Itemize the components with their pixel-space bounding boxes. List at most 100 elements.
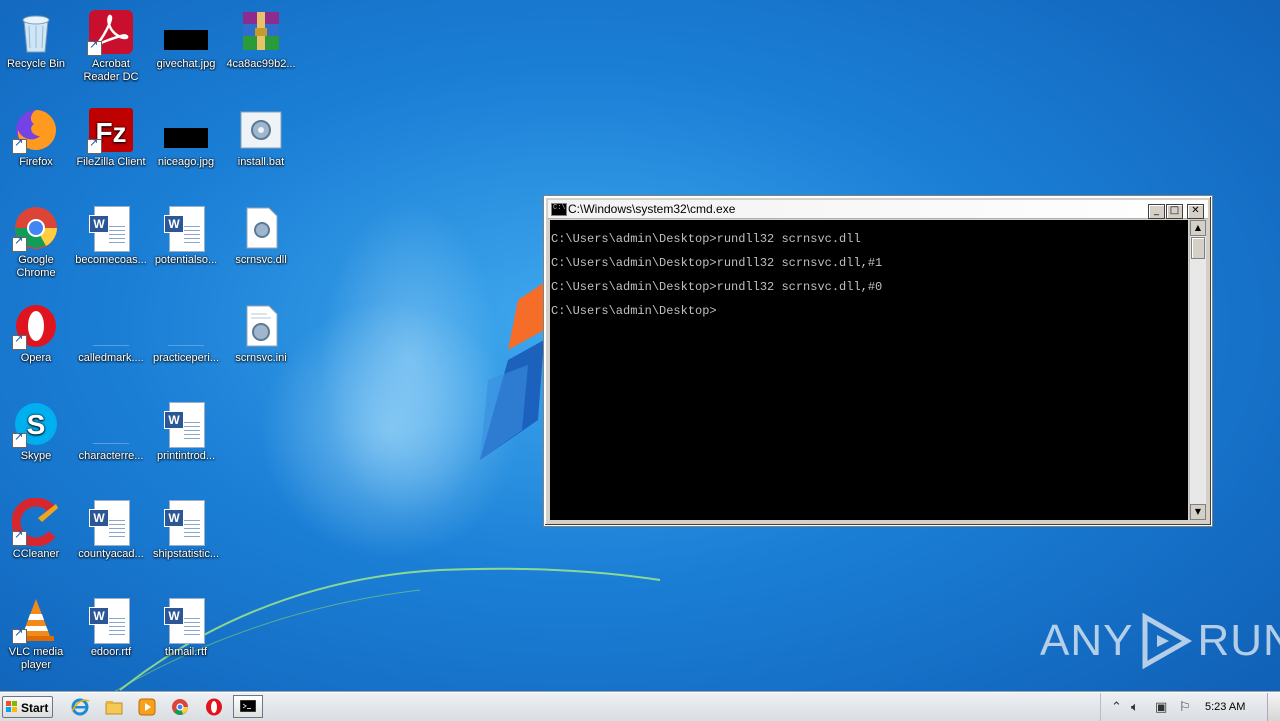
desktop-icon-firefox[interactable]: Firefox xyxy=(0,106,76,169)
speaker-icon[interactable]: 🔈︎ xyxy=(1131,699,1139,715)
close-button[interactable]: ✕ xyxy=(1187,204,1204,219)
desktop-icon-image[interactable]: niceago.jpg xyxy=(146,106,226,169)
cmd-title-bar[interactable]: C:\Windows\system32\cmd.exe _ □ ✕ xyxy=(548,200,1208,219)
dll-file-gear-icon xyxy=(246,207,278,249)
icon-label: Firefox xyxy=(19,156,53,168)
icon-label: thmail.rtf xyxy=(164,646,208,658)
shortcut-arrow-icon xyxy=(12,627,27,644)
scrollbar-thumb[interactable] xyxy=(1191,237,1205,259)
recycle-bin-icon xyxy=(22,15,50,53)
icon-label: VLC media player xyxy=(8,646,64,671)
word-document-icon: W xyxy=(164,500,205,546)
desktop-icon-word-doc[interactable]: W thmail.rtf xyxy=(146,596,226,659)
batch-file-gear-icon xyxy=(240,111,282,149)
console-line: C:\Users\admin\Desktop>rundll32 scrnsvc.… xyxy=(551,232,861,246)
cmd-app-icon xyxy=(551,203,567,216)
desktop-icon-skype[interactable]: S Skype xyxy=(0,400,76,463)
icon-label: install.bat xyxy=(237,156,285,168)
console-line: C:\Users\admin\Desktop> xyxy=(551,304,717,318)
generic-file-icon xyxy=(87,332,135,346)
desktop-icon-dll[interactable]: scrnsvc.dll xyxy=(221,204,301,267)
desktop-icon-opera[interactable]: Opera xyxy=(0,302,76,365)
wallpaper-glow xyxy=(320,200,500,520)
console-line: C:\Users\admin\Desktop>rundll32 scrnsvc.… xyxy=(551,256,883,270)
icon-label: scrnsvc.dll xyxy=(235,254,287,266)
image-thumbnail-icon xyxy=(164,30,208,50)
svg-text:S: S xyxy=(27,409,46,440)
generic-file-icon xyxy=(87,430,135,444)
desktop-icon-recycle-bin[interactable]: Recycle Bin xyxy=(0,8,76,71)
desktop-icon-google-chrome[interactable]: Google Chrome xyxy=(0,204,76,280)
winrar-archive-icon xyxy=(243,12,279,50)
watermark-text-right: RUN xyxy=(1197,616,1280,665)
desktop-icon-batch[interactable]: install.bat xyxy=(221,106,301,169)
shortcut-arrow-icon xyxy=(87,137,102,154)
cmd-window[interactable]: C:\Windows\system32\cmd.exe _ □ ✕ C:\Use… xyxy=(544,196,1212,526)
flag-icon[interactable]: ⚐ xyxy=(1179,699,1191,715)
taskbar-clock[interactable]: 5:23 AM xyxy=(1205,701,1245,713)
file-explorer-icon[interactable] xyxy=(104,697,124,717)
shortcut-arrow-icon xyxy=(12,235,27,252)
word-document-icon: W xyxy=(89,500,130,546)
icon-label: 4ca8ac99b2... xyxy=(226,58,296,70)
desktop-icon-ini[interactable]: scrnsvc.ini xyxy=(221,302,301,365)
internet-explorer-icon[interactable] xyxy=(70,697,90,717)
desktop-icon-word-doc[interactable]: W countyacad... xyxy=(71,498,151,561)
console-line: C:\Users\admin\Desktop>rundll32 scrnsvc.… xyxy=(551,280,883,294)
shortcut-arrow-icon xyxy=(12,529,27,546)
shortcut-arrow-icon xyxy=(12,431,27,448)
desktop-icon-word-doc[interactable]: W potentialso... xyxy=(146,204,226,267)
icon-label: scrnsvc.ini xyxy=(235,352,287,364)
scroll-up-arrow-icon[interactable]: ▲ xyxy=(1190,220,1206,236)
desktop-icon-word-doc[interactable]: W becomecoas... xyxy=(71,204,151,267)
desktop-icon-filezilla[interactable]: Fz FileZilla Client xyxy=(71,106,151,169)
icon-label: niceago.jpg xyxy=(157,156,215,168)
icon-label: CCleaner xyxy=(12,548,60,560)
image-thumbnail-icon xyxy=(164,128,208,148)
taskbar-cmd-button[interactable] xyxy=(233,695,263,718)
word-document-icon: W xyxy=(164,598,205,644)
desktop-icon-ccleaner[interactable]: CCleaner xyxy=(0,497,76,561)
shortcut-arrow-icon xyxy=(12,137,27,154)
desktop-icon-vlc[interactable]: VLC media player xyxy=(0,596,76,672)
icon-label: becomecoas... xyxy=(75,254,147,266)
desktop-icon-word-doc[interactable]: W edoor.rtf xyxy=(71,596,151,659)
taskbar: Start ⌃ 🔈︎ ▣ ⚐ 5:23 AM xyxy=(0,692,1280,721)
network-icon[interactable]: ▣ xyxy=(1155,699,1167,715)
cmd-console[interactable]: C:\Users\admin\Desktop>rundll32 scrnsvc.… xyxy=(550,220,1188,520)
desktop-icon-image[interactable]: givechat.jpg xyxy=(146,8,226,71)
start-button[interactable]: Start xyxy=(2,696,53,718)
shortcut-arrow-icon xyxy=(87,39,102,56)
desktop-icon-word-doc[interactable]: W printintrod... xyxy=(146,400,226,463)
icon-label: countyacad... xyxy=(78,548,144,560)
icon-label: calledmark.... xyxy=(78,352,144,364)
icon-label: givechat.jpg xyxy=(156,58,216,70)
start-label: Start xyxy=(21,701,49,715)
icon-label: potentialso... xyxy=(154,254,218,266)
desktop-icon-word-doc[interactable]: W shipstatistic... xyxy=(146,498,226,561)
icon-label: shipstatistic... xyxy=(152,548,220,560)
show-desktop-button[interactable] xyxy=(1267,693,1280,721)
desktop-icon-acrobat[interactable]: Acrobat Reader DC xyxy=(71,8,151,84)
maximize-button[interactable]: □ xyxy=(1166,204,1183,219)
icon-label: edoor.rtf xyxy=(90,646,132,658)
anyrun-watermark: ANY RUN xyxy=(1040,606,1280,676)
ini-file-gear-icon xyxy=(246,305,278,347)
vertical-scrollbar[interactable]: ▲ ▼ xyxy=(1189,220,1206,520)
desktop-icon-file[interactable]: practiceperi... xyxy=(146,302,226,365)
desktop-icon-file[interactable]: calledmark.... xyxy=(71,302,151,365)
media-player-icon[interactable] xyxy=(137,697,157,717)
icon-label: Google Chrome xyxy=(16,254,56,279)
scroll-down-arrow-icon[interactable]: ▼ xyxy=(1190,504,1206,520)
desktop-icon-archive[interactable]: 4ca8ac99b2... xyxy=(221,8,301,71)
word-document-icon: W xyxy=(89,206,130,252)
chevron-up-icon[interactable]: ⌃ xyxy=(1111,699,1122,715)
chrome-taskbar-icon[interactable] xyxy=(170,697,190,717)
watermark-text-left: ANY xyxy=(1040,616,1134,665)
minimize-button[interactable]: _ xyxy=(1148,204,1165,219)
word-document-icon: W xyxy=(164,206,205,252)
desktop-icon-file[interactable]: characterre... xyxy=(71,400,151,463)
generic-file-icon xyxy=(162,332,210,346)
opera-taskbar-icon[interactable] xyxy=(204,697,224,717)
word-document-icon: W xyxy=(89,598,130,644)
